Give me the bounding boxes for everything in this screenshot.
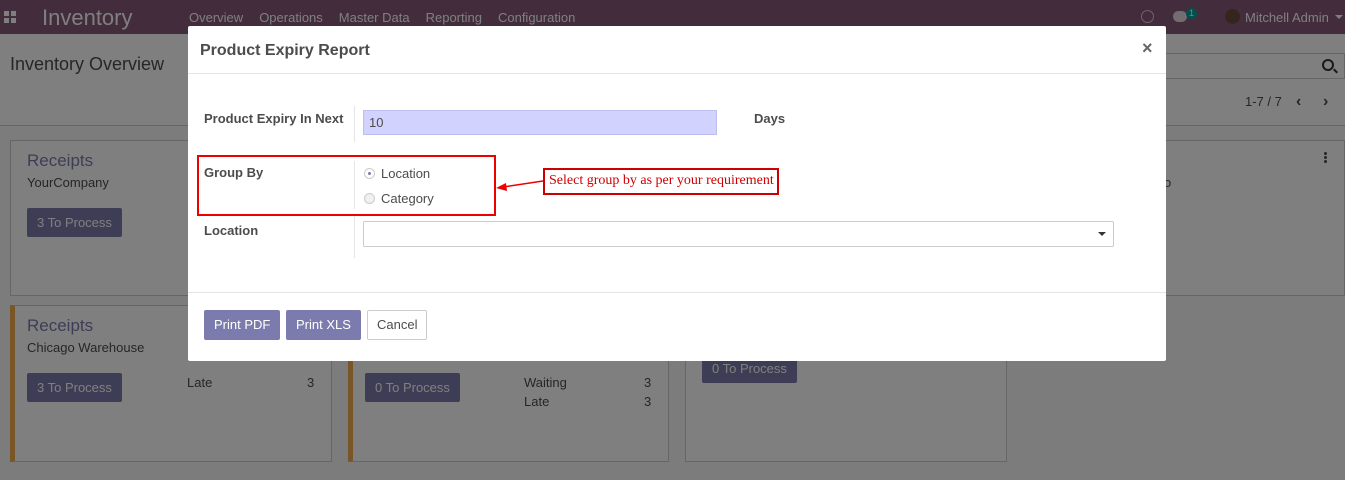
annotation-note: Select group by as per your requirement xyxy=(543,168,779,195)
annotation-arrow xyxy=(496,180,544,191)
